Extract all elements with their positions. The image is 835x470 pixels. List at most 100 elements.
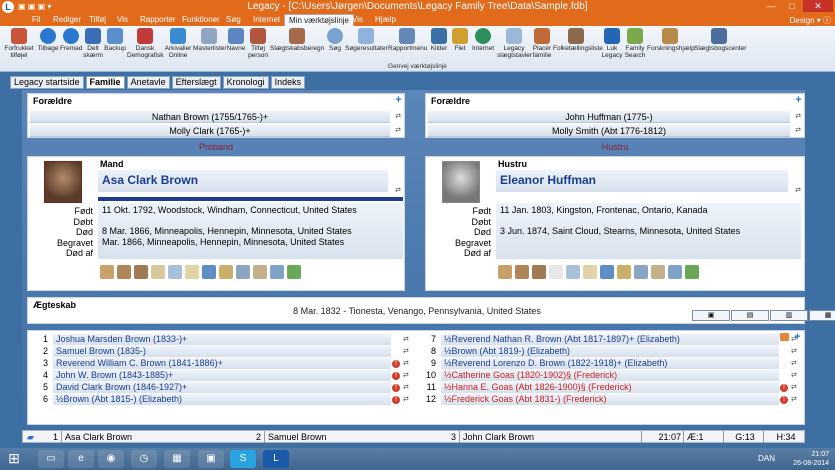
child-row[interactable]: 5 David Clark Brown (1846-1927)+! ⇄ bbox=[28, 382, 416, 393]
child-row[interactable]: 4 John W. Brown (1843-1885)+! ⇄ bbox=[28, 370, 416, 381]
father-name[interactable]: Nathan Brown (1755/1765-)+ bbox=[30, 110, 390, 123]
swap-arrows-icon[interactable]: ⇄ bbox=[403, 346, 409, 357]
sources-icon[interactable] bbox=[185, 265, 199, 279]
ribbon-button-soeg[interactable]: Søg bbox=[326, 28, 344, 52]
swap-arrows-icon[interactable]: ⇄ bbox=[394, 187, 402, 195]
marriage-event[interactable]: 8 Mar. 1832 - Tionesta, Venango, Pennsyl… bbox=[28, 306, 806, 316]
tab-anetavle[interactable]: Anetavle bbox=[126, 76, 170, 89]
ribbon-button-masterlister[interactable]: Masterlister bbox=[193, 28, 227, 52]
ribbon-button-placer-familie[interactable]: Placér familie bbox=[531, 28, 553, 59]
chart-icon[interactable] bbox=[668, 265, 682, 279]
child-row[interactable]: 9 ½Reverend Lorenzo D. Brown (1822-1918)+… bbox=[416, 358, 804, 369]
taskbar-pictures-icon[interactable]: ▣ bbox=[198, 450, 224, 468]
menu-fil[interactable]: Fil bbox=[32, 15, 40, 24]
ribbon-button-tilfoej-person[interactable]: Tilføj person bbox=[247, 28, 269, 59]
notes-icon[interactable] bbox=[549, 265, 563, 279]
child-name[interactable]: ½Brown (Abt 1815-) (Elizabeth) bbox=[53, 394, 391, 405]
ribbon-button-backup[interactable]: Backup bbox=[104, 28, 126, 52]
status-slot-1-name[interactable]: Asa Clark Brown bbox=[61, 431, 256, 443]
person-icon[interactable] bbox=[685, 265, 699, 279]
ribbon-button-flet[interactable]: Flet bbox=[451, 28, 469, 52]
maximize-button[interactable]: □ bbox=[782, 0, 802, 12]
marriage-picture-button[interactable]: ▦ bbox=[809, 310, 835, 321]
warning-icon[interactable]: ! bbox=[780, 384, 788, 392]
taskbar-app-icon[interactable]: ◷ bbox=[131, 450, 157, 468]
husband-photo[interactable] bbox=[44, 161, 82, 203]
menu-vis[interactable]: Vis bbox=[117, 15, 128, 24]
notes-icon[interactable] bbox=[151, 265, 165, 279]
ribbon-button-tilbage[interactable]: Tilbage bbox=[37, 28, 59, 52]
ribbon-button-arkivalier-online[interactable]: Arkivalier Online bbox=[163, 28, 193, 59]
menu-internet[interactable]: Internet bbox=[253, 15, 280, 24]
status-slot-2-name[interactable]: Samuel Brown bbox=[264, 431, 456, 443]
tray-language[interactable]: DAN bbox=[758, 454, 775, 463]
swap-arrows-icon[interactable]: ⇄ bbox=[791, 346, 797, 357]
child-name[interactable]: Joshua Marsden Brown (1833-)+ bbox=[53, 334, 391, 345]
sources-icon[interactable] bbox=[583, 265, 597, 279]
home-icon[interactable] bbox=[634, 265, 648, 279]
child-row[interactable]: 3 Reverend William C. Brown (1841-1886)+!… bbox=[28, 358, 416, 369]
swap-arrows-icon[interactable]: ⇄ bbox=[794, 113, 802, 121]
child-name[interactable]: ½Reverend Lorenzo D. Brown (1822-1918)+ … bbox=[441, 358, 779, 369]
ribbon-button-soegeresultater[interactable]: Søgeresultater bbox=[345, 28, 388, 52]
menu-hjaelp[interactable]: Hjælp bbox=[375, 15, 396, 24]
add-parents-icon[interactable]: + bbox=[794, 95, 803, 106]
taskbar-firefox-icon[interactable]: ◉ bbox=[98, 450, 124, 468]
child-name[interactable]: David Clark Brown (1846-1927)+ bbox=[53, 382, 391, 393]
ribbon-button-fremad[interactable]: Fremad bbox=[60, 28, 82, 52]
warning-icon[interactable]: ! bbox=[780, 396, 788, 404]
menu-soeg[interactable]: Søg bbox=[226, 15, 241, 24]
taskbar-mail-icon[interactable]: ▦ bbox=[164, 450, 190, 468]
swap-arrows-icon[interactable]: ⇄ bbox=[403, 358, 409, 369]
swap-arrows-icon[interactable]: ⇄ bbox=[791, 370, 797, 381]
ribbon-button-navne[interactable]: Navne bbox=[226, 28, 246, 52]
minimize-button[interactable]: — bbox=[761, 0, 781, 12]
father-name[interactable]: John Huffman (1775-) bbox=[428, 110, 790, 123]
swap-arrows-icon[interactable]: ⇄ bbox=[403, 334, 409, 345]
child-row[interactable]: 8 ½Brown (Abt 1819-) (Elizabeth) ⇄ bbox=[416, 346, 804, 357]
hashtags-icon[interactable] bbox=[253, 265, 267, 279]
tray-clock[interactable]: 21:07 26-08-2014 bbox=[793, 450, 829, 468]
swap-arrows-icon[interactable]: ⇄ bbox=[794, 187, 802, 195]
menu-rediger[interactable]: Rediger bbox=[53, 15, 81, 24]
swap-arrows-icon[interactable]: ⇄ bbox=[791, 334, 797, 345]
close-button[interactable]: ✕ bbox=[803, 0, 833, 12]
swap-arrows-icon[interactable]: ⇄ bbox=[394, 127, 402, 135]
child-name[interactable]: ½Reverend Nathan R. Brown (Abt 1817-1897… bbox=[441, 334, 779, 345]
swap-arrows-icon[interactable]: ⇄ bbox=[791, 394, 797, 405]
swap-arrows-icon[interactable]: ⇄ bbox=[403, 382, 409, 393]
menu-funktioner[interactable]: Funktioner bbox=[182, 15, 220, 24]
warning-icon[interactable]: ! bbox=[392, 360, 400, 368]
events-icon[interactable] bbox=[168, 265, 182, 279]
wife-photo[interactable] bbox=[442, 161, 480, 203]
marriage-media-button[interactable]: ▣ bbox=[692, 310, 730, 321]
hashtags-icon[interactable] bbox=[651, 265, 665, 279]
ribbon-button-folketaellingsliste[interactable]: Folketællingsliste bbox=[553, 28, 603, 52]
add-parents-icon[interactable]: + bbox=[394, 95, 403, 106]
ribbon-button-legacy-slaegtstavler[interactable]: Legacy slægtstavler bbox=[497, 28, 532, 59]
child-name[interactable]: Reverend William C. Brown (1841-1886)+ bbox=[53, 358, 391, 369]
menu-tilfoej[interactable]: Tilføj bbox=[89, 15, 106, 24]
address-icon[interactable] bbox=[617, 265, 631, 279]
ribbon-button-delt-skaerm[interactable]: Delt skærm bbox=[83, 28, 103, 59]
child-row[interactable]: 1 Joshua Marsden Brown (1833-)+ ⇄ bbox=[28, 334, 416, 345]
husband-events[interactable]: 11 Okt. 1792, Woodstock, Windham, Connec… bbox=[98, 203, 403, 259]
child-row[interactable]: 6 ½Brown (Abt 1815-) (Elizabeth)! ⇄ bbox=[28, 394, 416, 405]
address-icon[interactable] bbox=[219, 265, 233, 279]
tab-familie[interactable]: Familie bbox=[85, 76, 125, 89]
wife-events[interactable]: 11 Jan. 1803, Kingston, Frontenac, Ontar… bbox=[496, 203, 801, 259]
swap-arrows-icon[interactable]: ⇄ bbox=[403, 370, 409, 381]
taskbar-folder-icon[interactable]: ▭ bbox=[38, 450, 64, 468]
ribbon-button-kilder[interactable]: Kilder bbox=[428, 28, 450, 52]
child-name[interactable]: John W. Brown (1843-1885)+ bbox=[53, 370, 391, 381]
mother-name[interactable]: Molly Clark (1765-)+ bbox=[30, 124, 390, 137]
warning-icon[interactable]: ! bbox=[392, 396, 400, 404]
ribbon-button-forfrukket[interactable]: Forfrukket tilføjel bbox=[2, 28, 36, 59]
chart-icon[interactable] bbox=[270, 265, 284, 279]
husband-name[interactable]: Asa Clark Brown bbox=[102, 173, 198, 187]
swap-arrows-icon[interactable]: ⇄ bbox=[394, 113, 402, 121]
child-name[interactable]: Samuel Brown (1835-) bbox=[53, 346, 391, 357]
ribbon-button-dansk-demografisk[interactable]: Dansk Demografisk bbox=[127, 28, 163, 59]
child-name[interactable]: ½Frederick Goas (Abt 1831-) (Frederick) bbox=[441, 394, 779, 405]
swap-arrows-icon[interactable]: ⇄ bbox=[791, 358, 797, 369]
